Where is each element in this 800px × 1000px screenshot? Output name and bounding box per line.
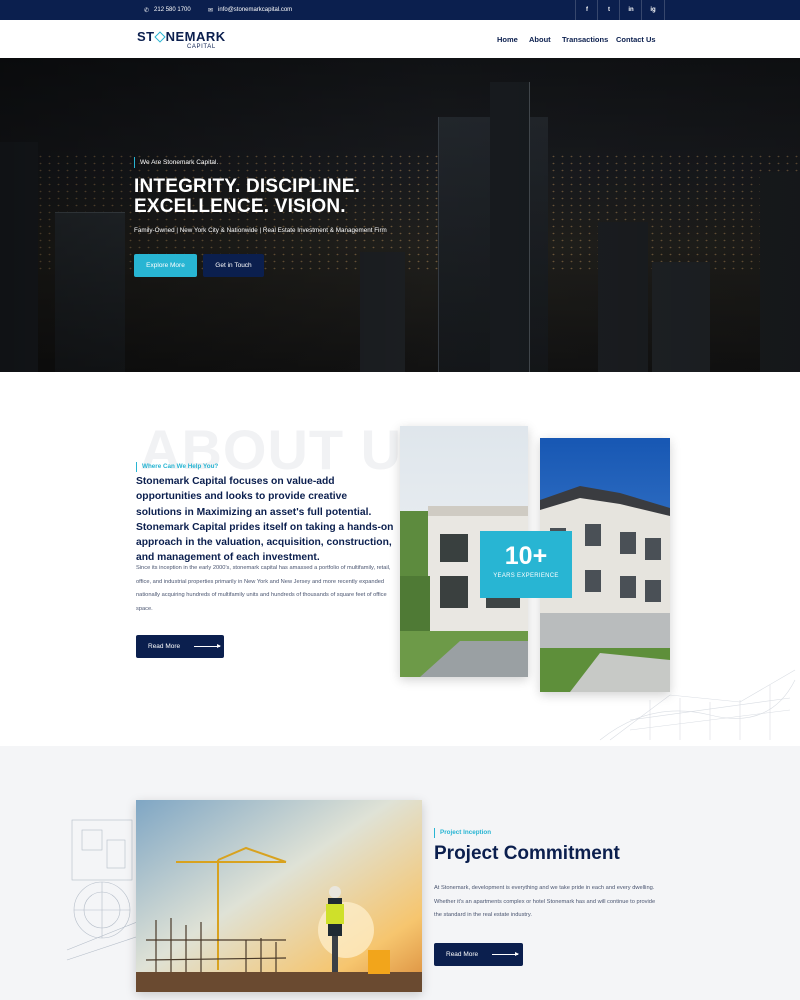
project-body-text: At Stonemark, development is everything … xyxy=(434,885,656,918)
hero-title-line2: EXCELLENCE. VISION. xyxy=(134,196,346,217)
nav-about[interactable]: About xyxy=(529,20,551,58)
read-more-label: Read More xyxy=(148,643,181,650)
project-title: Project Commitment xyxy=(434,843,620,864)
arrow-right-icon xyxy=(492,952,520,956)
hero-subtitle: Family-Owned | New York City & Nationwid… xyxy=(134,227,387,234)
nav-transactions[interactable]: Transactions xyxy=(562,20,608,58)
experience-number: 10+ xyxy=(504,542,548,570)
nav-contact-us[interactable]: Contact Us xyxy=(616,20,656,58)
about-read-more-button[interactable]: Read More xyxy=(136,635,224,658)
read-more-label: Read More xyxy=(446,951,479,958)
email-contact[interactable]: ✉ info@stonemarkcapital.com xyxy=(208,0,292,20)
stonemark-logo[interactable]: ST NEMARK CAPITAL xyxy=(137,29,226,50)
mail-icon: ✉ xyxy=(208,7,214,14)
phone-contact[interactable]: ✆ 212 580 1700 xyxy=(144,0,191,20)
instagram-icon[interactable]: ig xyxy=(642,0,664,20)
phone-number: 212 580 1700 xyxy=(154,7,191,13)
construction-photo xyxy=(136,800,422,992)
hero-title-line1: INTEGRITY. DISCIPLINE. xyxy=(134,176,361,197)
logo-diamond-icon xyxy=(154,30,166,43)
experience-label: YEARS EXPERIENCE xyxy=(493,573,559,579)
logo-text-left: ST xyxy=(137,29,155,44)
experience-badge: 10+ YEARS EXPERIENCE xyxy=(480,531,572,598)
logo-subtitle: CAPITAL xyxy=(187,44,216,50)
get-in-touch-button[interactable]: Get in Touch xyxy=(203,254,264,277)
about-eyebrow: Where Can We Help You? xyxy=(136,462,218,472)
facebook-icon[interactable]: f xyxy=(576,0,598,20)
nav-home[interactable]: Home xyxy=(497,20,518,58)
about-lead-text: Stonemark Capital focuses on value-add o… xyxy=(136,476,394,564)
construction-image xyxy=(136,800,422,992)
hero-eyebrow: We Are Stonemark Capital. xyxy=(134,157,218,168)
email-address: info@stonemarkcapital.com xyxy=(218,7,293,13)
hero-title: INTEGRITY. DISCIPLINE. EXCELLENCE. VISIO… xyxy=(134,177,454,217)
site-header: ST NEMARK CAPITAL Home About Transaction… xyxy=(0,20,800,58)
linkedin-icon[interactable]: in xyxy=(620,0,642,20)
phone-icon: ✆ xyxy=(144,7,150,14)
explore-more-button[interactable]: Explore More xyxy=(134,254,197,277)
top-bar: ✆ 212 580 1700 ✉ info@stonemarkcapital.c… xyxy=(0,0,800,20)
logo-text-right: NEMARK xyxy=(165,29,226,44)
hero-banner: We Are Stonemark Capital. INTEGRITY. DIS… xyxy=(0,58,800,372)
about-body-text: Since its inception in the early 2000's,… xyxy=(136,565,391,612)
twitter-icon[interactable]: t xyxy=(598,0,620,20)
project-eyebrow: Project Inception xyxy=(434,828,491,838)
arrow-right-icon xyxy=(194,644,222,648)
project-read-more-button[interactable]: Read More xyxy=(434,943,523,966)
divider xyxy=(664,0,665,20)
